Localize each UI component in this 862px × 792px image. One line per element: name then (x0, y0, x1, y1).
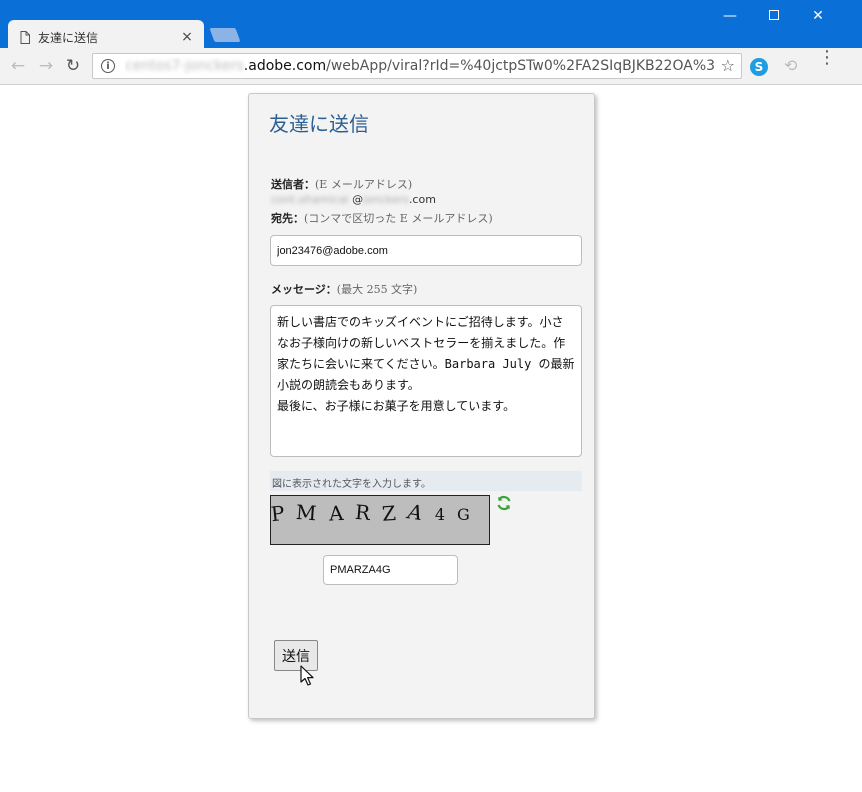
tab-close-icon[interactable]: × (180, 30, 194, 44)
message-label-line: メッセージ：(最大 255 文字) (271, 281, 417, 297)
message-textarea[interactable]: 新しい書店でのキッズイベントにご招待します。小さなお子様向けの新しいベストセラー… (270, 305, 582, 457)
address-bar[interactable]: i centos7-jonckers.adobe.com/webApp/vira… (92, 53, 742, 79)
recipient-email-input[interactable] (270, 235, 582, 266)
sender-local-part: cont.ohamical (271, 193, 349, 206)
forward-arrow-icon[interactable]: → (36, 56, 56, 76)
captcha-char: P (270, 499, 298, 527)
browser-tab[interactable]: 友達に送信 × (8, 20, 204, 48)
to-hint: (コンマで区切った E メールアドレス) (304, 212, 493, 225)
browser-toolbar: ← → ↻ i centos7-jonckers.adobe.com/webAp… (0, 48, 862, 85)
sender-address: cont.ohamical @jonckers.com (271, 193, 436, 206)
url-path: /webApp/viral?rId=%40jctpSTw0%2FA2SIqBJK… (326, 58, 715, 74)
url-text[interactable]: centos7-jonckers.adobe.com/webApp/viral?… (125, 58, 715, 74)
back-arrow-icon[interactable]: ← (8, 56, 28, 76)
captcha-image: PMARZA4G (270, 495, 490, 545)
sender-label-line: 送信者：(E メールアドレス) (271, 176, 412, 192)
window-maximize-icon[interactable] (756, 6, 792, 26)
new-tab-button[interactable] (209, 28, 241, 42)
to-label-line: 宛先：(コンマで区切った E メールアドレス) (271, 210, 493, 226)
browser-titlebar: 友達に送信 × — ✕ (0, 0, 862, 48)
sender-label: 送信者： (271, 178, 315, 191)
reload-icon[interactable]: ↻ (63, 56, 83, 76)
window-minimize-icon[interactable]: — (712, 6, 748, 26)
captcha-char: A (328, 500, 357, 526)
sender-hint: (E メールアドレス) (315, 178, 413, 191)
captcha-input[interactable] (323, 555, 458, 585)
captcha-char: G (457, 505, 482, 524)
captcha-char: R (354, 499, 384, 527)
mouse-cursor-icon (300, 665, 314, 686)
window-close-icon[interactable]: ✕ (800, 6, 836, 26)
sender-at: @ (352, 193, 364, 206)
captcha-char: Z (381, 500, 410, 526)
captcha-refresh-icon[interactable] (496, 495, 512, 511)
sender-tld: .com (408, 193, 436, 206)
message-label: メッセージ： (271, 283, 337, 296)
url-blurred-host: centos7-jonckers (125, 58, 244, 74)
sender-domain-blurred: jonckers (363, 193, 409, 206)
to-label: 宛先： (271, 212, 304, 225)
captcha-char: 4 (434, 505, 458, 524)
send-to-friend-panel: 友達に送信 送信者：(E メールアドレス) cont.ohamical @jon… (248, 93, 595, 719)
info-icon[interactable]: i (101, 59, 115, 73)
tab-title: 友達に送信 (38, 30, 99, 45)
skype-extension-icon[interactable]: S (750, 58, 768, 76)
url-host: .adobe.com (243, 58, 327, 74)
page-title: 友達に送信 (269, 112, 369, 136)
captcha-char: A (406, 499, 437, 527)
bookmark-star-icon[interactable]: ☆ (721, 56, 735, 75)
captcha-char: M (295, 499, 330, 527)
extension-icon[interactable]: ⟲ (784, 56, 797, 75)
captcha-hint: 図に表示された文字を入力します。 (270, 471, 582, 491)
message-hint: (最大 255 文字) (336, 283, 418, 296)
browser-menu-icon[interactable]: ⋮ (818, 49, 836, 67)
page-icon (20, 30, 30, 44)
